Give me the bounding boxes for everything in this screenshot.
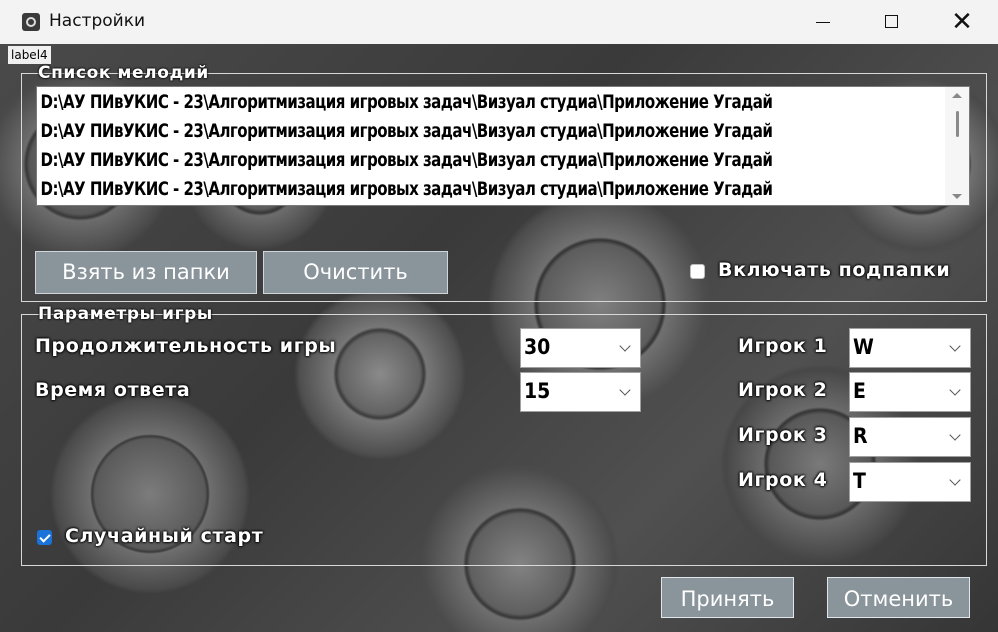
- chevron-down-icon: [619, 340, 631, 352]
- chevron-down-icon: [949, 474, 961, 486]
- game-params-group-title: Параметры игры: [38, 304, 213, 324]
- list-item[interactable]: D:\АУ ПИвУКИС - 23\Алгоритмизация игровы…: [37, 175, 945, 204]
- label4: label4: [8, 46, 51, 64]
- chevron-down-icon: [949, 429, 961, 441]
- answer-time-value: 15: [524, 379, 551, 403]
- player-1-label: Игрок 1: [738, 335, 828, 357]
- listbox-scrollbar[interactable]: [945, 87, 969, 205]
- player-3-key-value: R: [853, 424, 868, 448]
- accept-button[interactable]: Принять: [661, 577, 794, 618]
- close-icon: ✕: [951, 7, 973, 37]
- chevron-down-icon: [949, 340, 961, 352]
- player-4-label: Игрок 4: [738, 469, 828, 491]
- list-item[interactable]: D:\АУ ПИвУКИС - 23\Алгоритмизация игровы…: [37, 146, 945, 175]
- random-start-checkbox[interactable]: [37, 530, 52, 545]
- chevron-down-icon: [949, 384, 961, 396]
- scroll-thumb[interactable]: [956, 111, 959, 137]
- player-1-key-value: W: [853, 335, 874, 359]
- scroll-up-icon[interactable]: [952, 93, 962, 98]
- player-1-key-select[interactable]: W: [849, 328, 971, 368]
- title-bar: Настройки ✕: [0, 0, 998, 45]
- window-title: Настройки: [49, 11, 146, 31]
- player-4-key-select[interactable]: T: [849, 462, 971, 502]
- include-subfolders-checkbox[interactable]: [690, 264, 705, 279]
- game-duration-select[interactable]: 30: [520, 328, 641, 368]
- player-3-label: Игрок 3: [738, 424, 828, 446]
- answer-time-label: Время ответа: [35, 379, 191, 401]
- player-2-key-select[interactable]: E: [849, 372, 971, 412]
- random-start-label[interactable]: Случайный старт: [65, 525, 263, 547]
- player-4-key-value: T: [853, 469, 866, 493]
- app-icon: [22, 13, 40, 31]
- melodies-group-title: Список мелодий: [38, 63, 209, 83]
- player-2-key-value: E: [853, 379, 866, 403]
- clear-button[interactable]: Очистить: [263, 251, 448, 294]
- list-item[interactable]: D:\АУ ПИвУКИС - 23\Алгоритмизация игровы…: [37, 88, 945, 117]
- chevron-down-icon: [619, 384, 631, 396]
- melodies-listbox[interactable]: D:\АУ ПИвУКИС - 23\Алгоритмизация игровы…: [36, 86, 970, 206]
- game-duration-value: 30: [524, 335, 551, 359]
- include-subfolders-label[interactable]: Включать подпапки: [718, 259, 950, 281]
- list-item[interactable]: D:\АУ ПИвУКИС - 23\Алгоритмизация игровы…: [37, 117, 945, 146]
- close-button[interactable]: ✕: [927, 0, 997, 44]
- take-from-folder-button[interactable]: Взять из папки: [35, 251, 257, 294]
- melodies-list: D:\АУ ПИвУКИС - 23\Алгоритмизация игровы…: [37, 88, 945, 204]
- maximize-icon: [884, 15, 898, 28]
- minimize-icon: [816, 22, 830, 23]
- maximize-button[interactable]: [856, 0, 926, 44]
- player-2-label: Игрок 2: [738, 379, 828, 401]
- scroll-down-icon[interactable]: [952, 194, 962, 199]
- minimize-button[interactable]: [788, 0, 858, 44]
- game-duration-label: Продолжительность игры: [35, 335, 337, 357]
- player-3-key-select[interactable]: R: [849, 417, 971, 457]
- answer-time-select[interactable]: 15: [520, 372, 641, 412]
- cancel-button[interactable]: Отменить: [827, 577, 970, 618]
